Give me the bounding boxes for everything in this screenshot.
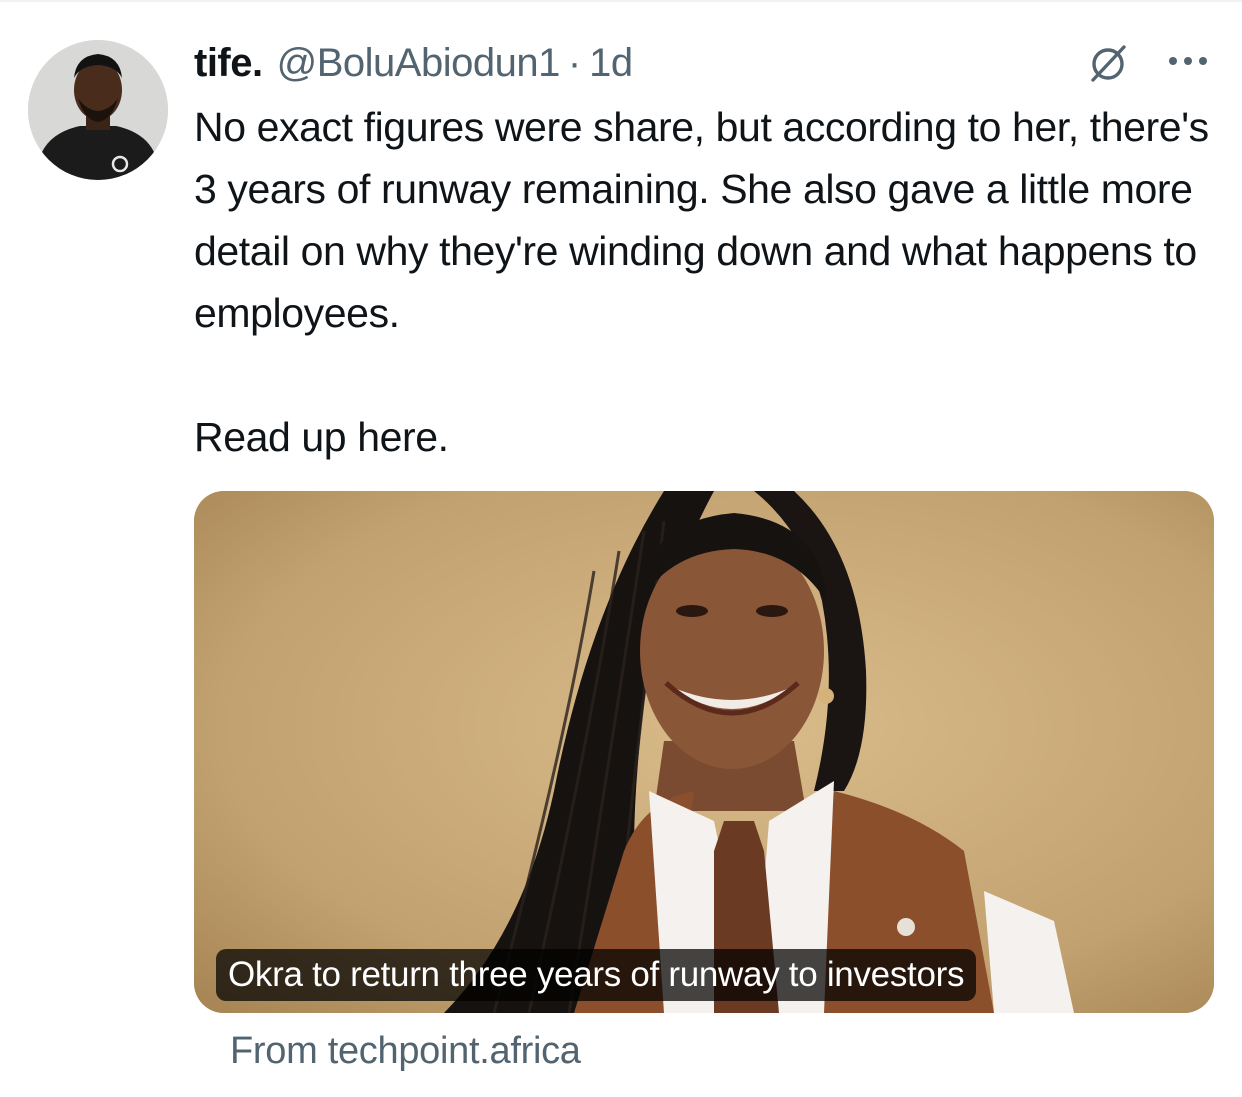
- article-photo-icon: [194, 491, 1214, 1013]
- tweet-header: tife. @BoluAbiodun1 · 1d: [194, 38, 633, 88]
- profile-photo-icon: [28, 40, 168, 180]
- link-card-source[interactable]: From techpoint.africa: [230, 1026, 581, 1076]
- tweet-paragraph-2: Read up here.: [194, 414, 449, 460]
- tweet-paragraph-1: No exact figures were share, but accordi…: [194, 104, 1209, 336]
- more-horizontal-icon: [1169, 57, 1207, 65]
- top-divider: [0, 0, 1242, 2]
- tweet-body: No exact figures were share, but accordi…: [194, 96, 1224, 468]
- author-avatar[interactable]: [28, 40, 168, 180]
- author-display-name[interactable]: tife.: [194, 38, 263, 88]
- grok-icon: [1091, 45, 1126, 82]
- author-handle[interactable]: @BoluAbiodun1: [277, 38, 561, 88]
- more-options-button[interactable]: [1164, 46, 1212, 76]
- header-separator: ·: [567, 41, 582, 85]
- grok-button[interactable]: [1086, 42, 1130, 86]
- link-card[interactable]: Okra to return three years of runway to …: [194, 491, 1214, 1013]
- tweet-timestamp[interactable]: 1d: [589, 38, 633, 88]
- link-card-caption: Okra to return three years of runway to …: [216, 949, 977, 1001]
